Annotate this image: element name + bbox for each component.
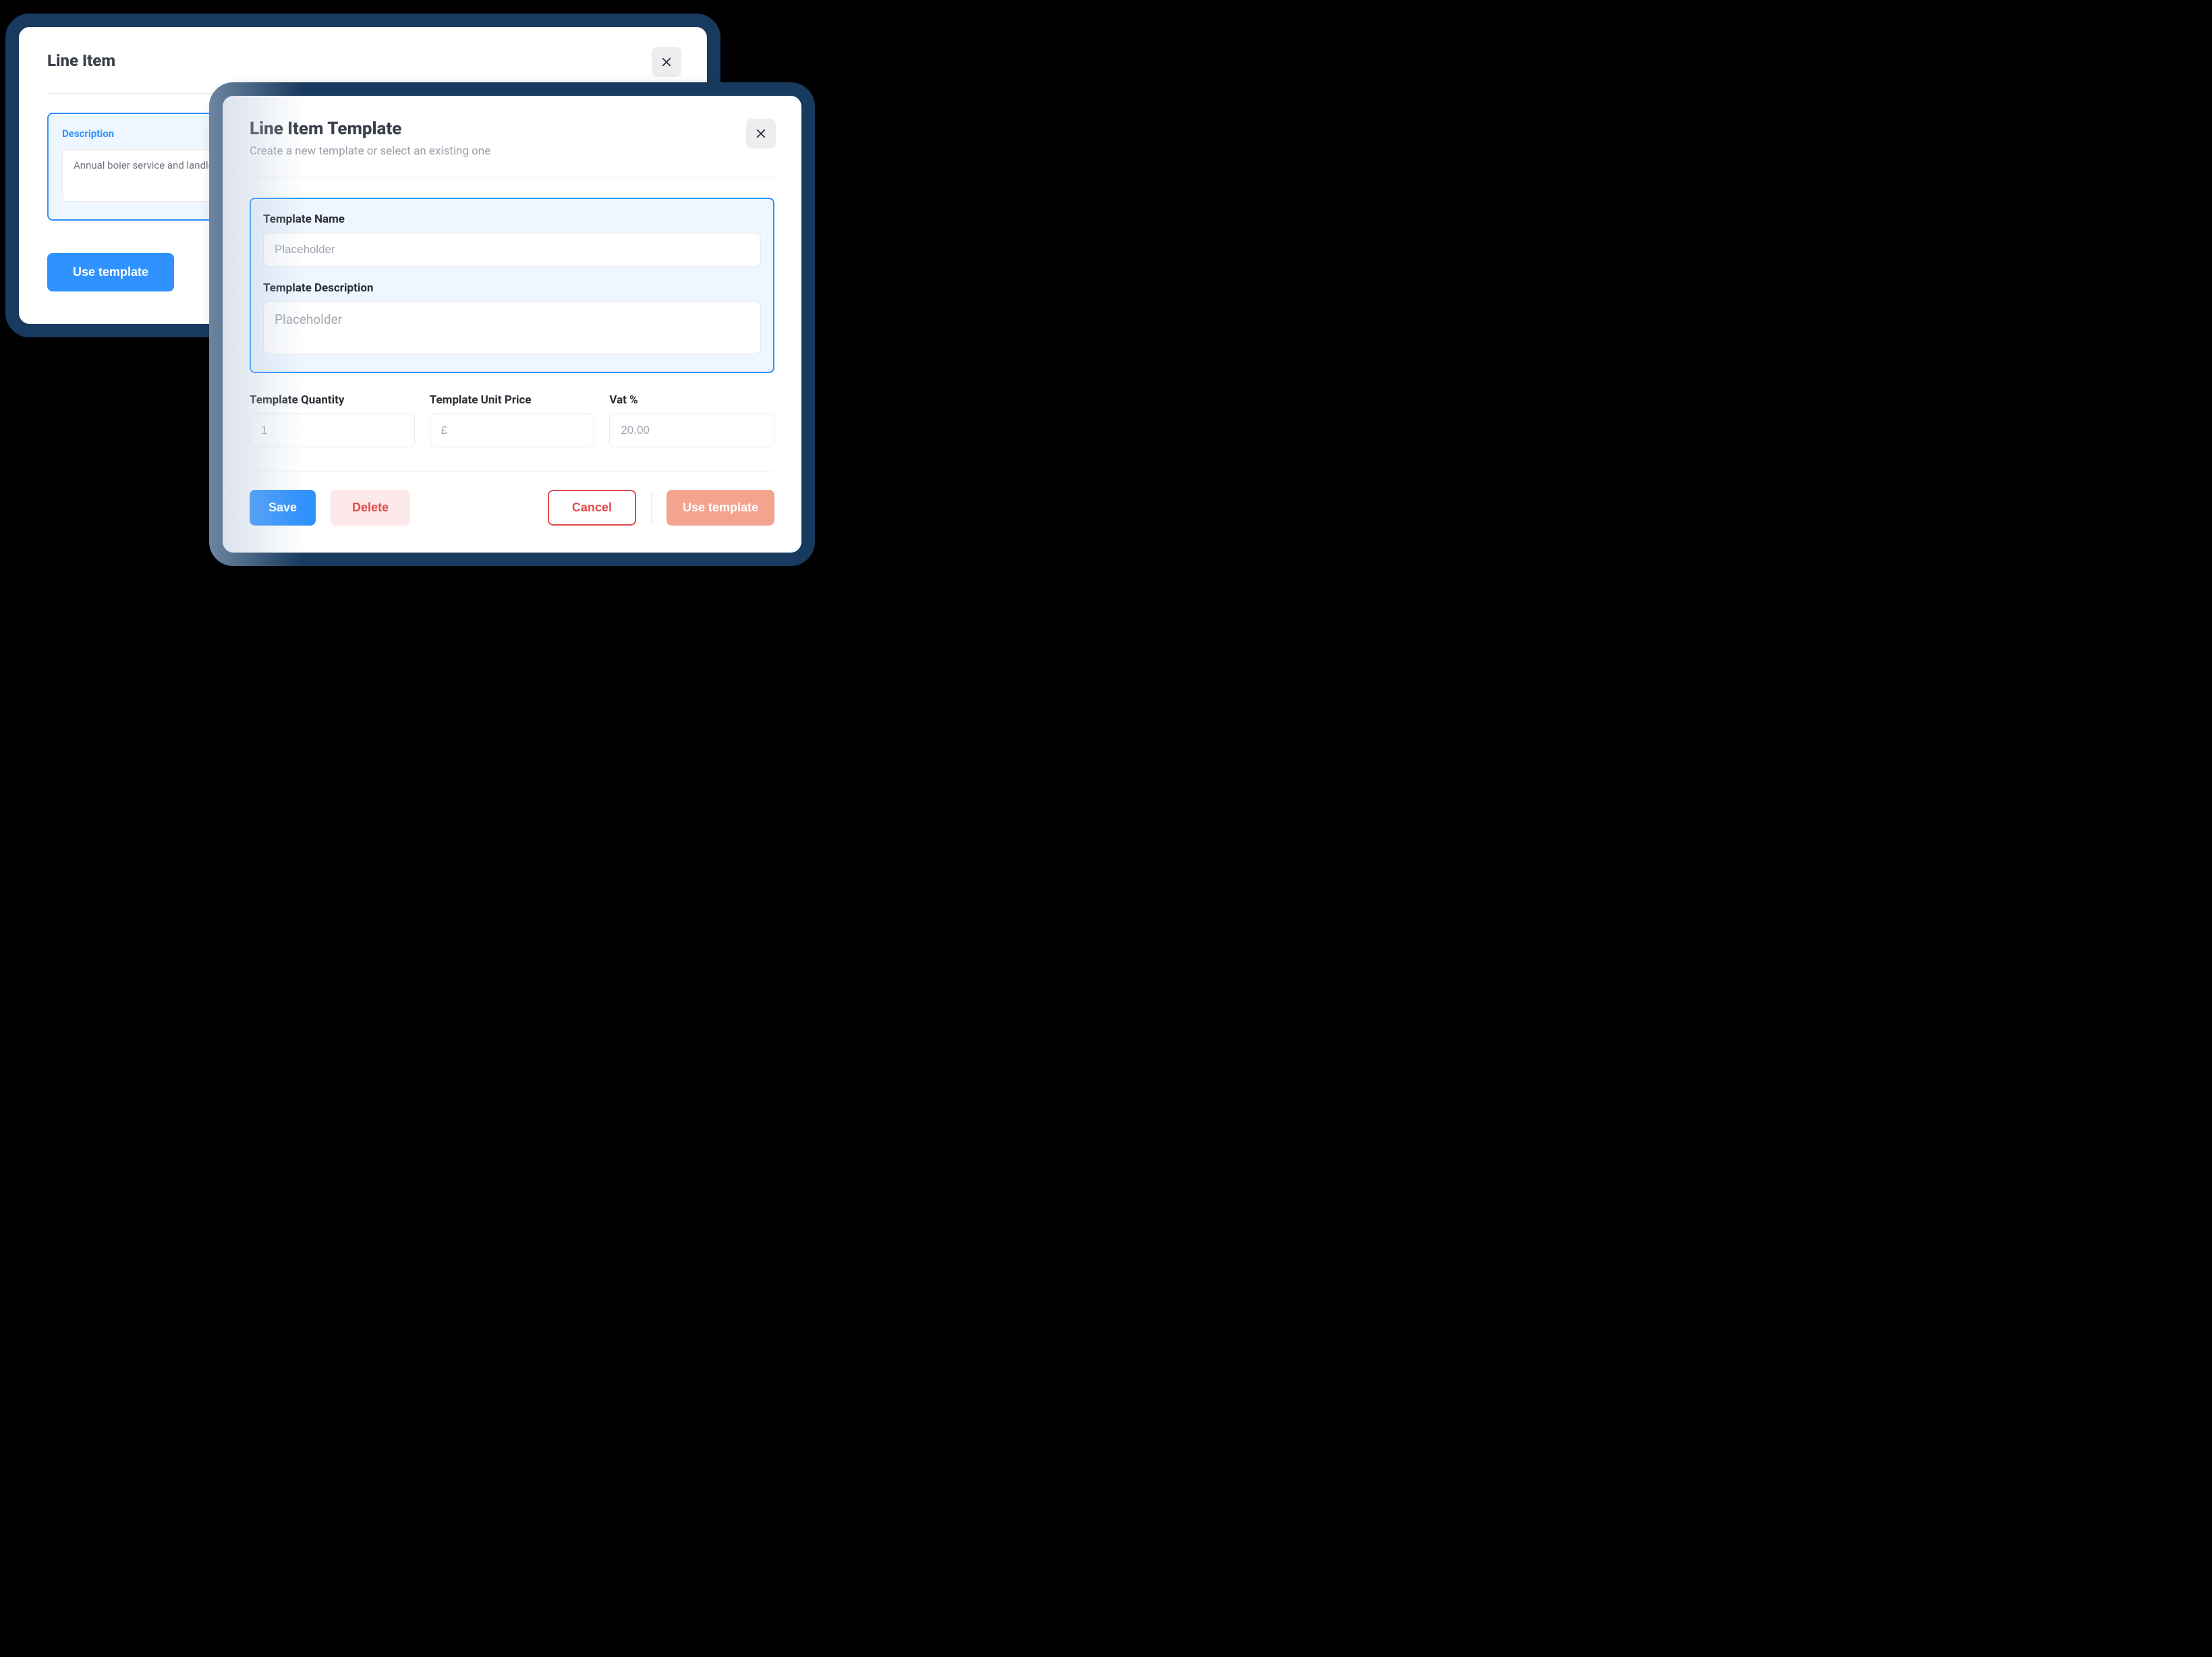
template-name-input[interactable] [263,233,761,266]
actions-row: Save Delete Cancel Use template [250,490,774,526]
close-icon [755,128,767,140]
vertical-divider [651,493,652,524]
modal-subtitle: Create a new template or select an exist… [250,144,774,158]
template-desc-label: Template Description [263,281,761,295]
qty-label: Template Quantity [250,393,415,407]
save-button[interactable]: Save [250,490,316,526]
modal-title: Line Item [47,51,679,70]
line-item-template-modal: Line Item Template Create a new template… [209,82,815,566]
price-input[interactable] [430,414,595,447]
vat-label: Vat % [609,393,774,407]
close-icon [660,56,673,68]
template-desc-textarea[interactable] [263,302,761,354]
close-button[interactable] [652,47,681,77]
qty-input[interactable] [250,414,415,447]
delete-button[interactable]: Delete [331,490,410,526]
price-label: Template Unit Price [430,393,595,407]
use-template-button[interactable]: Use template [667,490,774,526]
use-template-button[interactable]: Use template [47,253,174,291]
template-info-section: Template Name Template Description [250,198,774,373]
vat-input[interactable] [609,414,774,447]
modal-title: Line Item Template [250,119,774,139]
cancel-button[interactable]: Cancel [548,490,636,526]
template-name-label: Template Name [263,213,761,226]
template-values-row: Template Quantity Template Unit Price Va… [250,393,774,447]
close-button[interactable] [746,119,776,148]
